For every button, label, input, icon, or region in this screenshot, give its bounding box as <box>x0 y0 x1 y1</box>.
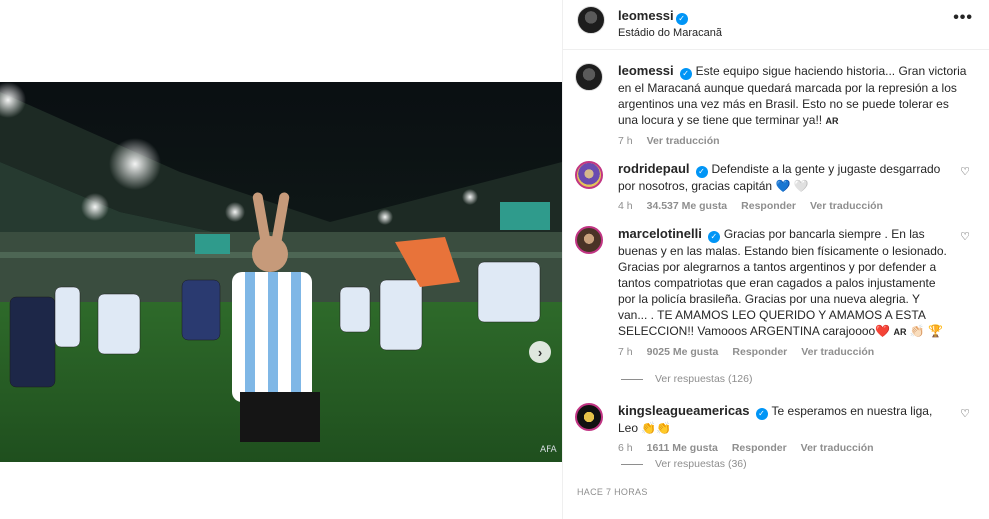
caption-avatar[interactable] <box>575 63 603 91</box>
comment-emoji: 👏👏 <box>641 421 672 435</box>
flag-ar: AR <box>825 116 839 126</box>
comment-text: Gracias por bancarla siempre . En las bu… <box>618 227 947 338</box>
comment-likes[interactable]: 34.537 Me gusta <box>647 200 728 212</box>
comment-username[interactable]: rodridepaul <box>618 161 690 176</box>
comment-body: rodridepaul ✓ Defendiste a la gente y juga… <box>618 161 950 194</box>
comment-item: rodridepaul ✓ Defendiste a la gente y juga… <box>575 161 970 212</box>
view-replies-button[interactable]: Ver respuestas (36) <box>621 458 747 470</box>
like-heart-icon[interactable]: ♡ <box>960 407 970 420</box>
commenter-avatar[interactable] <box>575 161 603 189</box>
verified-badge-icon: ✓ <box>675 13 688 25</box>
post-location[interactable]: Estádio do Maracanã <box>618 27 722 39</box>
verified-badge-icon: ✓ <box>707 231 720 243</box>
post-media: AFA › <box>0 0 562 519</box>
commenter-avatar[interactable] <box>575 403 603 431</box>
replies-line <box>621 463 643 465</box>
translate-link[interactable]: Ver traducción <box>647 135 720 147</box>
comment-meta: 4 h 34.537 Me gusta Responder Ver traduc… <box>618 200 970 212</box>
post-header: leomessi ✓ Estádio do Maracanã ••• <box>563 0 989 50</box>
like-heart-icon[interactable]: ♡ <box>960 165 970 178</box>
caption-time[interactable]: 7 h <box>618 135 633 147</box>
caption: leomessi ✓ Este equipo sigue haciendo hist… <box>575 63 970 147</box>
replies-line <box>621 378 643 380</box>
svg-text:AFA: AFA <box>540 445 558 455</box>
comment-emoji: 💙 🤍 <box>775 179 809 193</box>
comment-likes[interactable]: 1611 Me gusta <box>647 442 718 454</box>
comment-meta: 7 h 9025 Me gusta Responder Ver traducci… <box>618 346 970 358</box>
translate-link[interactable]: Ver traducción <box>801 442 874 454</box>
caption-meta: 7 h Ver traducción <box>618 135 970 147</box>
comment-username[interactable]: marcelotinelli <box>618 226 702 241</box>
author-username[interactable]: leomessi <box>618 8 674 23</box>
comment-likes[interactable]: 9025 Me gusta <box>647 346 719 358</box>
post-photo[interactable]: AFA › <box>0 82 562 462</box>
verified-badge-icon: ✓ <box>695 166 708 178</box>
comment-username[interactable]: kingsleagueamericas <box>618 403 750 418</box>
view-replies-label[interactable]: Ver respuestas (36) <box>655 458 747 470</box>
caption-body: leomessi ✓ Este equipo sigue haciendo hist… <box>618 63 970 129</box>
like-heart-icon[interactable]: ♡ <box>960 230 970 243</box>
comment-item: marcelotinelli ✓ Gracias por bancarla siem… <box>575 226 970 358</box>
comment-meta: 6 h 1611 Me gusta Responder Ver traducci… <box>618 442 970 454</box>
view-replies-button[interactable]: Ver respuestas (126) <box>621 373 752 385</box>
comment-time[interactable]: 7 h <box>618 346 633 358</box>
post-details-panel: leomessi ✓ Estádio do Maracanã ••• leomes… <box>562 0 989 519</box>
flag-ar: AR <box>893 327 907 337</box>
comment-time[interactable]: 6 h <box>618 442 633 454</box>
comment-emoji-2: 👏🏻 🏆 <box>909 324 944 338</box>
commenter-avatar[interactable] <box>575 226 603 254</box>
comment-body: marcelotinelli ✓ Gracias por bancarla siem… <box>618 226 950 340</box>
comment-item: kingsleagueamericas ✓ Te esperamos en nues… <box>575 403 970 454</box>
carousel-next-button[interactable]: › <box>529 341 551 363</box>
caption-username[interactable]: leomessi <box>618 63 674 78</box>
reply-button[interactable]: Responder <box>732 442 787 454</box>
translate-link[interactable]: Ver traducción <box>801 346 874 358</box>
comment-body: kingsleagueamericas ✓ Te esperamos en nues… <box>618 403 950 436</box>
comment-time[interactable]: 4 h <box>618 200 633 212</box>
reply-button[interactable]: Responder <box>732 346 787 358</box>
translate-link[interactable]: Ver traducción <box>810 200 883 212</box>
verified-badge-icon: ✓ <box>679 68 692 80</box>
reply-button[interactable]: Responder <box>741 200 796 212</box>
view-replies-label[interactable]: Ver respuestas (126) <box>655 373 752 385</box>
more-horizontal-icon[interactable]: ••• <box>953 9 973 27</box>
verified-badge-icon: ✓ <box>755 408 768 420</box>
author-avatar[interactable] <box>577 6 605 34</box>
post-time-ago[interactable]: HACE 7 HORAS <box>577 487 648 497</box>
comment-emoji: ❤️ <box>875 324 891 338</box>
